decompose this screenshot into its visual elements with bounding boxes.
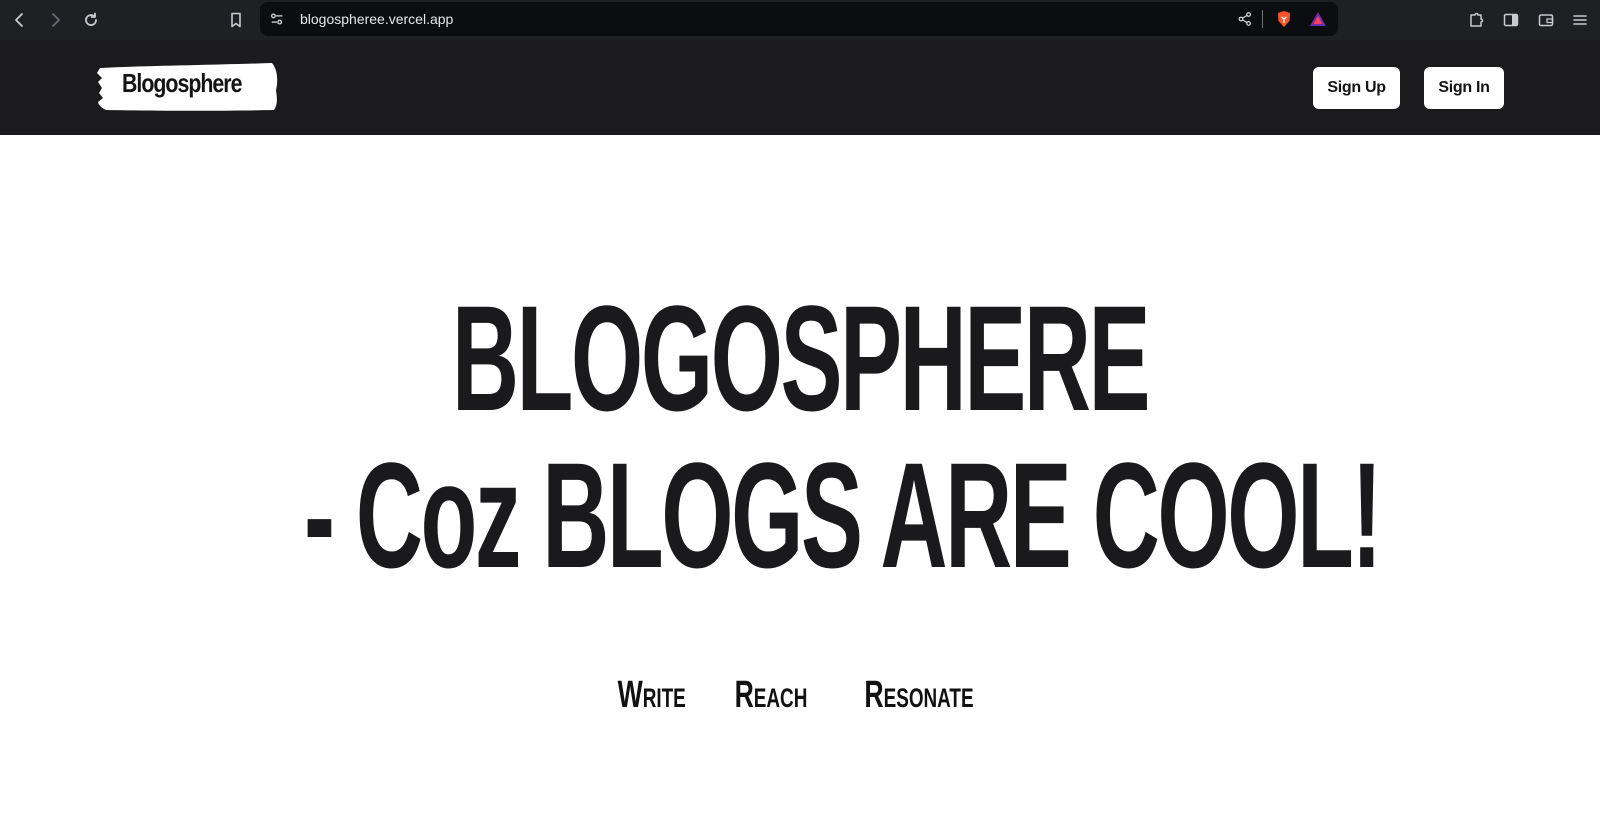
hero-title-line2: - Coz BLOGS ARE COOL!	[304, 431, 1382, 599]
brave-shield-icon[interactable]	[1275, 10, 1293, 28]
site-settings-icon[interactable]	[268, 10, 286, 28]
tagline: Write Reach Resonate	[0, 674, 1600, 717]
tagline-word-write: Write	[617, 674, 687, 716]
wallet-icon[interactable]	[1532, 6, 1560, 34]
sidebar-icon[interactable]	[1497, 6, 1525, 34]
sign-up-button[interactable]: Sign Up	[1313, 67, 1400, 109]
logo-text: Blogosphere	[122, 68, 242, 98]
sign-in-button[interactable]: Sign In	[1424, 67, 1504, 109]
address-bar[interactable]: blogospheree.vercel.app	[260, 2, 1338, 36]
site-header: Blogosphere Sign Up Sign In	[0, 40, 1600, 135]
forward-icon[interactable]	[41, 6, 69, 34]
tagline-word-resonate: Resonate	[864, 674, 974, 716]
browser-toolbar: blogospheree.vercel.app	[0, 0, 1600, 40]
extensions-icon[interactable]	[1462, 6, 1490, 34]
url-divider	[1262, 10, 1263, 28]
reload-icon[interactable]	[77, 6, 105, 34]
menu-icon[interactable]	[1566, 6, 1594, 34]
url-text[interactable]: blogospheree.vercel.app	[300, 2, 453, 36]
brave-rewards-icon[interactable]	[1309, 10, 1327, 28]
back-icon[interactable]	[6, 6, 34, 34]
logo[interactable]: Blogosphere	[96, 62, 280, 112]
share-icon[interactable]	[1236, 10, 1254, 28]
tagline-word-reach: Reach	[734, 674, 808, 716]
hero-title-line1: BLOGOSPHERE	[451, 274, 1151, 442]
bookmark-icon[interactable]	[222, 6, 250, 34]
